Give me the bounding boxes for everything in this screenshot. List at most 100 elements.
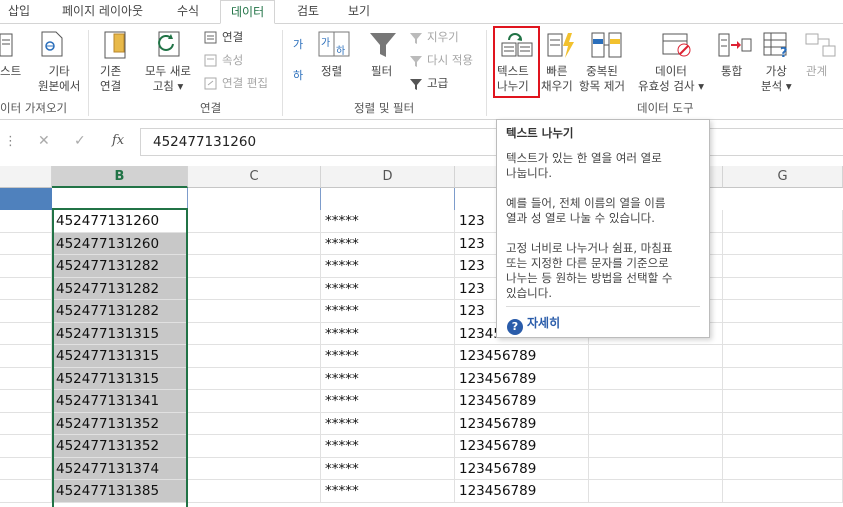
insert-function-icon[interactable]: fx (112, 133, 124, 148)
cell-c[interactable] (188, 232, 321, 255)
cell-e[interactable]: 123456789 (455, 457, 589, 480)
cell-g[interactable] (723, 367, 843, 390)
cell-f[interactable] (589, 390, 723, 413)
remove-duplicates-button[interactable]: 중복된 항목 제거 (579, 64, 625, 94)
cell-f[interactable] (589, 345, 723, 368)
sort-button[interactable]: 정렬 (321, 64, 342, 79)
cell-d[interactable]: ***** (321, 390, 455, 413)
tab-review[interactable]: 검토 (297, 0, 319, 24)
header-cell-c[interactable] (188, 188, 321, 210)
cell-a[interactable] (0, 390, 52, 413)
cell-d[interactable]: ***** (321, 435, 455, 458)
cell-a[interactable] (0, 300, 52, 323)
cell-g[interactable] (723, 412, 843, 435)
cell-c[interactable] (188, 277, 321, 300)
cell-c[interactable] (188, 210, 321, 233)
relationships-button[interactable]: 관계 (806, 64, 827, 79)
cell-d[interactable]: ***** (321, 255, 455, 278)
cell-c[interactable] (188, 480, 321, 503)
consolidate-button[interactable]: 통합 (721, 64, 742, 79)
more-options-icon[interactable]: ⋮ (4, 134, 17, 149)
reapply-button[interactable]: 다시 적용 (427, 53, 473, 68)
edit-links-button[interactable]: 연결 편집 (222, 76, 268, 91)
cell-a[interactable] (0, 480, 52, 503)
cell-d[interactable]: ***** (321, 232, 455, 255)
cell-a[interactable] (0, 345, 52, 368)
cell-a[interactable] (0, 457, 52, 480)
cell-d[interactable]: ***** (321, 457, 455, 480)
cell-g[interactable] (723, 480, 843, 503)
cell-a[interactable] (0, 412, 52, 435)
from-text-button[interactable]: 스트 (0, 64, 21, 79)
cell-a[interactable] (0, 210, 52, 233)
cell-g[interactable] (723, 277, 843, 300)
filter-button[interactable]: 필터 (371, 64, 392, 79)
column-header-A[interactable] (0, 166, 52, 188)
cell-c[interactable] (188, 457, 321, 480)
cell-g[interactable] (723, 210, 843, 233)
cell-d[interactable]: ***** (321, 345, 455, 368)
advanced-button[interactable]: 고급 (427, 76, 448, 91)
existing-connections-button[interactable]: 기존 연결 (100, 64, 121, 94)
data-validation-button[interactable]: 데이터 유효성 검사 ▾ (638, 64, 704, 94)
cell-g[interactable] (723, 390, 843, 413)
tab-view[interactable]: 보기 (348, 0, 370, 24)
cell-e[interactable]: 123456789 (455, 367, 589, 390)
tooltip-help-link[interactable]: ? 자세히 (507, 314, 560, 335)
cell-d[interactable]: ***** (321, 367, 455, 390)
column-header-C[interactable]: C (188, 166, 321, 188)
cell-g[interactable] (723, 345, 843, 368)
cell-c[interactable] (188, 322, 321, 345)
formula-input[interactable]: 452477131260 (140, 128, 843, 156)
cell-c[interactable] (188, 435, 321, 458)
cell-g[interactable] (723, 435, 843, 458)
header-cell-d[interactable]: 받는분 (321, 188, 455, 210)
properties-button[interactable]: 속성 (222, 53, 243, 68)
column-header-D[interactable]: D (321, 166, 455, 188)
cell-f[interactable] (589, 480, 723, 503)
enter-icon[interactable]: ✓ (74, 133, 86, 149)
tab-data[interactable]: 데이터 (220, 0, 276, 24)
cell-a[interactable] (0, 435, 52, 458)
cell-d[interactable]: ***** (321, 412, 455, 435)
cell-g[interactable] (723, 255, 843, 278)
cell-f[interactable] (589, 457, 723, 480)
cell-e[interactable]: 123456789 (455, 435, 589, 458)
cell-c[interactable] (188, 412, 321, 435)
cell-a[interactable] (0, 367, 52, 390)
cell-a[interactable] (0, 255, 52, 278)
header-cell-b[interactable]: 운송장번호 (52, 188, 188, 210)
cell-g[interactable] (723, 322, 843, 345)
column-header-B[interactable]: B (52, 166, 188, 188)
cell-g[interactable] (723, 232, 843, 255)
what-if-button[interactable]: 가상 분석 ▾ (761, 64, 792, 94)
cell-a[interactable] (0, 277, 52, 300)
text-to-columns-button[interactable]: 텍스트 나누기 (497, 64, 529, 94)
cell-e[interactable]: 123456789 (455, 412, 589, 435)
clear-button[interactable]: 지우기 (427, 30, 459, 45)
cell-e[interactable]: 123456789 (455, 390, 589, 413)
cell-a[interactable] (0, 322, 52, 345)
tab-formulas[interactable]: 수식 (177, 0, 199, 24)
other-sources-button[interactable]: 기타 원본에서 (38, 64, 80, 94)
cell-d[interactable]: ***** (321, 300, 455, 323)
cell-f[interactable] (589, 367, 723, 390)
connections-button[interactable]: 연결 (222, 30, 243, 45)
cell-g[interactable] (723, 457, 843, 480)
cell-e[interactable]: 123456789 (455, 345, 589, 368)
cell-f[interactable] (589, 435, 723, 458)
cell-c[interactable] (188, 255, 321, 278)
cell-c[interactable] (188, 367, 321, 390)
cancel-icon[interactable]: ✕ (38, 133, 50, 149)
cell-d[interactable]: ***** (321, 210, 455, 233)
cell-e[interactable]: 123456789 (455, 480, 589, 503)
column-header-G[interactable]: G (723, 166, 843, 188)
cell-g[interactable] (723, 300, 843, 323)
cell-a[interactable] (0, 232, 52, 255)
tab-insert[interactable]: 삽입 (8, 0, 30, 24)
refresh-all-button[interactable]: 모두 새로 고침 ▾ (145, 64, 191, 94)
cell-d[interactable]: ***** (321, 480, 455, 503)
cell-d[interactable]: ***** (321, 277, 455, 300)
cell-d[interactable]: ***** (321, 322, 455, 345)
tab-page-layout[interactable]: 페이지 레이아웃 (62, 0, 143, 24)
